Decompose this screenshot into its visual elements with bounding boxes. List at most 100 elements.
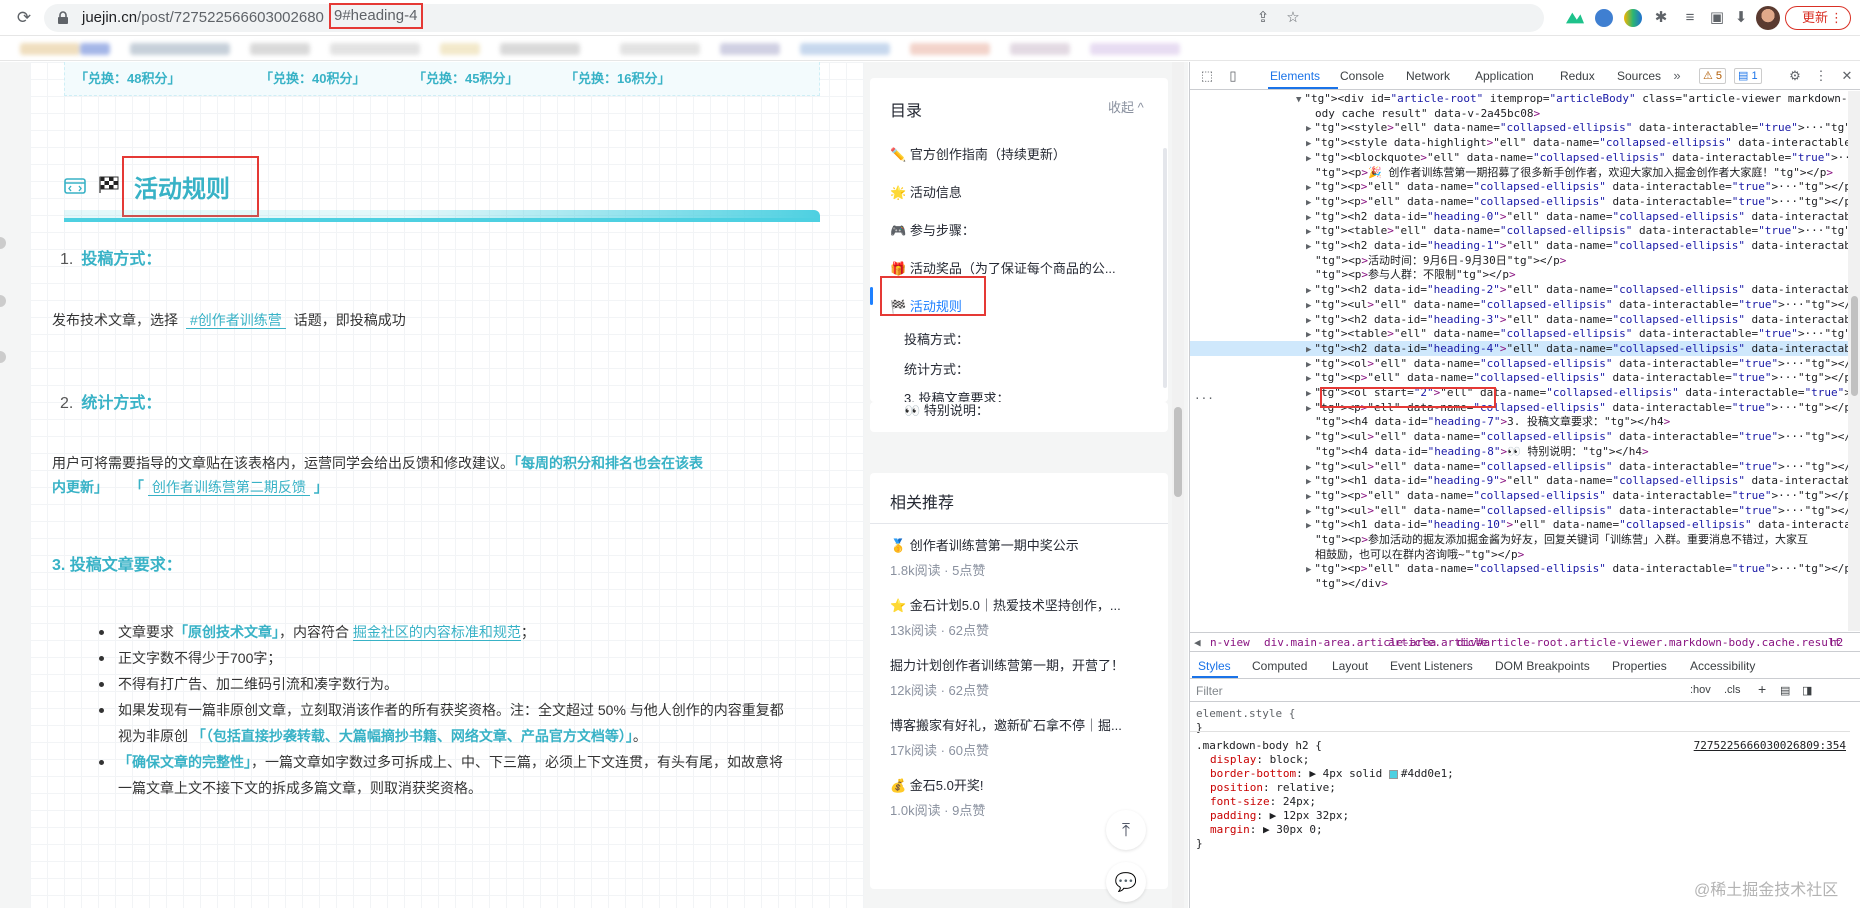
dom-node[interactable]: ▶ "tg"><h2 data-id="heading-0">"ell" data… (1190, 209, 1848, 224)
css-property[interactable]: margin: ▶ 30px 0; (1210, 823, 1323, 837)
bookmark-item[interactable] (500, 43, 580, 55)
element-style-selector[interactable]: element.style { (1196, 707, 1295, 721)
expand-toggle-icon[interactable]: ▶ (1306, 301, 1311, 311)
download-icon[interactable]: ⬇ (1732, 9, 1750, 27)
feedback-table-link[interactable]: 创作者训练营第二期反馈 (147, 479, 310, 496)
css-property[interactable]: position: relative; (1210, 781, 1336, 795)
expand-toggle-icon[interactable]: ▶ (1306, 463, 1311, 473)
breadcrumb-item[interactable]: n-view (1210, 634, 1250, 651)
dom-node[interactable]: ▶ "tg"><table>"ell" data-name="collapsed-… (1190, 223, 1848, 238)
tab-dom-breakpoints[interactable]: DOM Breakpoints (1495, 659, 1590, 673)
expand-toggle-icon[interactable]: ▶ (1306, 507, 1311, 517)
element-state-icon[interactable]: ▤ (1780, 684, 1790, 697)
expand-toggle-icon[interactable]: ▶ (1306, 521, 1311, 531)
device-toolbar-icon[interactable]: ▯ (1224, 67, 1242, 85)
dom-node[interactable]: ▶ "tg"><p>"ell" data-name="collapsed-elli… (1190, 488, 1848, 503)
toc-collapse-button[interactable]: 收起 ^ (1108, 97, 1144, 116)
close-icon[interactable]: ✕ (1838, 67, 1856, 85)
expand-toggle-icon[interactable]: ▶ (1306, 227, 1311, 237)
side-handle[interactable] (0, 295, 6, 307)
dom-node[interactable]: ▶ "tg"><p>"ell" data-name="collapsed-elli… (1190, 400, 1848, 415)
bookmark-item[interactable] (130, 43, 230, 55)
expand-toggle-icon[interactable]: ▶ (1306, 477, 1311, 487)
back-to-top-button[interactable]: ⤒ (1106, 810, 1146, 850)
bookmark-item[interactable] (910, 43, 990, 55)
toc-item[interactable]: ✏️ 官方创作指南（持续更新） (890, 144, 1066, 163)
breadcrumb-left-arrow[interactable]: ◀ (1194, 634, 1201, 651)
expand-toggle-icon[interactable]: ▶ (1306, 374, 1311, 384)
side-panel-icon[interactable]: ▣ (1708, 9, 1726, 27)
dom-tree[interactable]: ▼ "tg"><div id="article-root" itemprop="a… (1190, 91, 1848, 631)
dom-node[interactable]: ody cache result" data-v-2a45bc08> (1190, 106, 1848, 121)
bookmark-item[interactable] (440, 43, 480, 55)
toc-item[interactable]: 🌟 活动信息 (890, 182, 962, 201)
profile-avatar[interactable] (1756, 6, 1780, 30)
expand-toggle-icon[interactable]: ▶ (1306, 389, 1311, 399)
dom-node[interactable]: 相鼓励，也可以在群内咨询哦~"tg"></p> (1190, 547, 1848, 562)
expand-toggle-icon[interactable]: ▶ (1306, 213, 1311, 223)
expand-toggle-icon[interactable]: ▶ (1306, 124, 1311, 134)
content-standard-link[interactable]: 掘金社区的内容标准和规范 (352, 624, 521, 641)
warnings-badge[interactable]: ⚠ 5 (1699, 68, 1727, 84)
css-property[interactable]: padding: ▶ 12px 32px; (1210, 809, 1349, 823)
expand-toggle-icon[interactable]: ▶ (1306, 139, 1311, 149)
toc-subitem[interactable]: 👀 特别说明： (904, 400, 989, 419)
bookmark-item[interactable] (20, 43, 80, 55)
related-item[interactable]: 掘力计划创作者训练营第一期，开营了！ 12k阅读 · 62点赞 (890, 655, 1152, 699)
tab-redux[interactable]: Redux (1560, 69, 1595, 83)
dom-node[interactable]: ▶ "tg"><h1 data-id="heading-10">"ell" dat… (1190, 517, 1848, 532)
related-item[interactable]: 💰 金石5.0开奖! 1.0k阅读 · 9点赞 (890, 775, 1152, 819)
dom-node[interactable]: ▶ "tg"><ul>"ell" data-name="collapsed-ell… (1190, 503, 1848, 518)
color-swatch[interactable] (1388, 769, 1398, 779)
toc-subitem[interactable]: 统计方式： (904, 359, 969, 378)
dom-node[interactable]: "tg"><p>参加活动的掘友添加掘金酱为好友，回复关键词「训练营」入群。重要消… (1190, 532, 1848, 547)
dom-node[interactable]: ▶ "tg"><ul>"ell" data-name="collapsed-ell… (1190, 297, 1848, 312)
dom-node[interactable]: ▶ "tg"><ol start="2">"ell" data-name="col… (1190, 385, 1848, 400)
share-icon[interactable]: ⇪ (1254, 9, 1272, 27)
dom-node[interactable]: ▶ "tg"><p>"ell" data-name="collapsed-elli… (1190, 194, 1848, 209)
tab-accessibility[interactable]: Accessibility (1690, 659, 1755, 673)
tab-application[interactable]: Application (1475, 69, 1534, 83)
tab-layout[interactable]: Layout (1332, 659, 1368, 673)
extension-react-icon[interactable] (1595, 9, 1613, 27)
css-property[interactable]: border-bottom: ▶ 4px solid #4dd0e1; (1210, 767, 1454, 781)
computed-sidebar-icon[interactable]: ◨ (1802, 684, 1812, 697)
page-scrollbar[interactable] (1172, 62, 1184, 908)
expand-toggle-icon[interactable]: ▶ (1306, 198, 1311, 208)
bookmark-item[interactable] (330, 43, 420, 55)
dom-node[interactable]: ▶ "tg"><h2 data-id="heading-2">"ell" data… (1190, 282, 1848, 297)
bookmark-item[interactable] (1010, 43, 1070, 55)
bookmark-item[interactable] (250, 43, 310, 55)
tab-properties[interactable]: Properties (1612, 659, 1667, 673)
related-item[interactable]: ⭐ 金石计划5.0｜热爱技术坚持创作，... 13k阅读 · 62点赞 (890, 595, 1152, 639)
new-rule-icon[interactable]: + (1758, 681, 1766, 697)
settings-gear-icon[interactable]: ⚙ (1786, 67, 1804, 85)
dom-node[interactable]: ▶ "tg"><table>"ell" data-name="collapsed-… (1190, 326, 1848, 341)
extension-vue-icon[interactable] (1566, 12, 1584, 24)
rule-source-link[interactable]: 7275225666030026809:354 (1694, 739, 1846, 752)
page-scrollbar-thumb[interactable] (1174, 407, 1182, 497)
expand-toggle-icon[interactable]: ▶ (1306, 286, 1311, 296)
extensions-puzzle-icon[interactable]: ✱ (1652, 9, 1670, 27)
bookmark-item[interactable] (1090, 43, 1180, 55)
side-handle[interactable] (0, 351, 6, 363)
toc-item[interactable]: 🎁 活动奖品（为了保证每个商品的公... (890, 258, 1116, 277)
reading-list-icon[interactable]: ≡ (1681, 9, 1699, 27)
dom-node[interactable]: ▶ "tg"><h2 data-id="heading-3">"ell" data… (1190, 312, 1848, 327)
hover-state-toggle[interactable]: :hov (1690, 684, 1711, 696)
bookmark-star-icon[interactable]: ☆ (1284, 9, 1302, 27)
toc-item[interactable]: 🎮 参与步骤： (890, 220, 975, 239)
toc-subitem[interactable]: 投稿方式： (904, 329, 969, 348)
dom-node[interactable]: ▶ "tg"><blockquote>"ell" data-name="colla… (1190, 150, 1848, 165)
inspect-element-icon[interactable]: ⬚ (1198, 67, 1216, 85)
class-toggle[interactable]: .cls (1724, 684, 1741, 696)
expand-toggle-icon[interactable]: ▶ (1306, 316, 1311, 326)
expand-toggle-icon[interactable]: ▶ (1306, 345, 1311, 355)
dom-node[interactable]: ▶ "tg"><style data-highlight>"ell" data-n… (1190, 135, 1848, 150)
expand-toggle-icon[interactable]: ▶ (1306, 492, 1311, 502)
expand-toggle-icon[interactable]: ▶ (1306, 360, 1311, 370)
expand-toggle-icon[interactable]: ▶ (1306, 242, 1311, 252)
dom-node[interactable]: ▶ "tg"><style>"ell" data-name="collapsed-… (1190, 120, 1848, 135)
address-bar[interactable]: juejin.cn/post/727522566603002680 9#head… (44, 3, 1544, 32)
expand-toggle-icon[interactable]: ▶ (1306, 183, 1311, 193)
